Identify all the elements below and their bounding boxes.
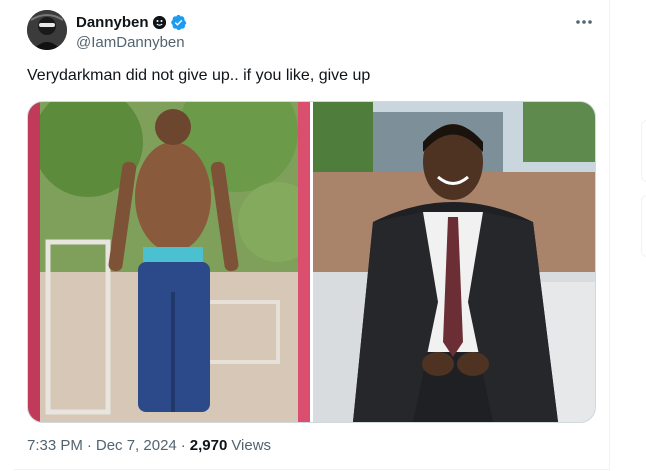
smiling-face-icon <box>152 15 166 29</box>
tweet-media <box>27 101 596 423</box>
photo-after[interactable] <box>313 102 595 422</box>
author-handle[interactable]: @IamDannyben <box>76 34 185 51</box>
more-options-button[interactable] <box>572 10 596 34</box>
tweet-date[interactable]: Dec 7, 2024 <box>96 437 177 454</box>
sidebar-card-edge <box>641 195 646 257</box>
avatar[interactable] <box>27 10 67 50</box>
views-label: Views <box>231 437 272 454</box>
more-horizontal-icon <box>576 20 592 24</box>
tweet-time[interactable]: 7:33 PM <box>27 437 83 454</box>
photo-before[interactable] <box>28 102 310 422</box>
tweet-text: Verydarkman did not give up.. if you lik… <box>27 67 371 84</box>
meta-separator: · <box>180 437 186 454</box>
author-name-row[interactable]: Dannyben <box>76 12 187 32</box>
verified-badge-icon[interactable] <box>170 14 187 31</box>
display-name[interactable]: Dannyben <box>76 14 149 31</box>
views-count: 2,970 <box>189 437 228 454</box>
divider <box>14 469 609 470</box>
avatar-image <box>27 10 67 50</box>
sidebar-card-edge <box>641 120 646 182</box>
tweet-meta: 7:33 PM · Dec 7, 2024 · 2,970 Views <box>27 437 271 454</box>
photo-before-image <box>28 102 310 422</box>
photo-after-image <box>313 102 595 422</box>
meta-separator: · <box>86 437 92 454</box>
